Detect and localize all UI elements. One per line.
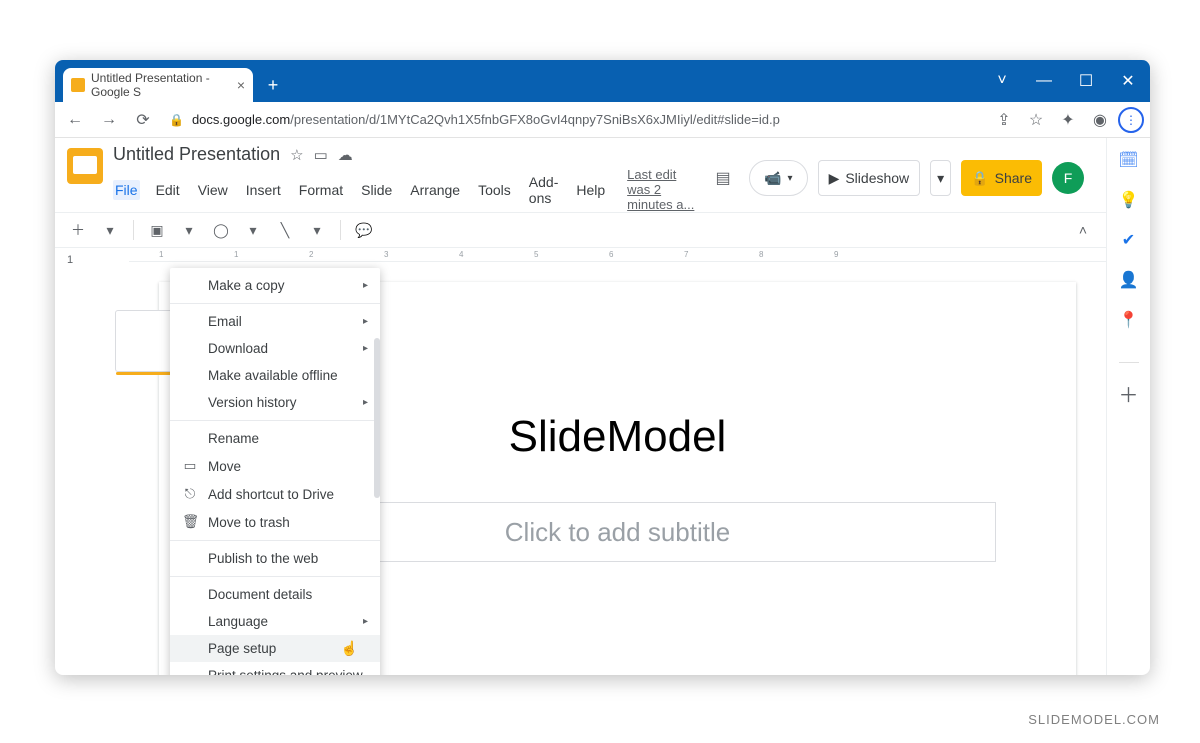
lock-icon: 🔒: [169, 113, 184, 127]
nav-forward-button[interactable]: →: [95, 106, 123, 134]
window-close-button[interactable]: ✕: [1110, 66, 1146, 96]
cursor-pointer-icon: ☝: [341, 640, 358, 657]
star-icon[interactable]: ☆: [290, 146, 303, 164]
file-menu-publish-to-web[interactable]: Publish to the web: [170, 545, 380, 572]
add-addon-button[interactable]: ＋: [1119, 383, 1139, 403]
profile-icon[interactable]: ◉: [1086, 106, 1114, 134]
file-menu-version-history[interactable]: Version history▸: [170, 389, 380, 416]
tasks-icon[interactable]: ✔: [1119, 230, 1139, 250]
browser-menu-button[interactable]: ⋮: [1118, 107, 1144, 133]
file-menu-make-a-copy[interactable]: Make a copy▸: [170, 272, 380, 299]
menu-tools[interactable]: Tools: [476, 180, 513, 200]
slides-logo[interactable]: [67, 148, 103, 184]
window-minimize-button[interactable]: —: [1026, 66, 1062, 96]
menu-addons[interactable]: Add-ons: [527, 172, 561, 208]
dropdown-scrollbar[interactable]: [374, 338, 380, 498]
comments-button[interactable]: ▤: [707, 162, 739, 194]
bookmark-star-icon[interactable]: ☆: [1022, 106, 1050, 134]
slideshow-label: Slideshow: [845, 170, 909, 186]
trash-icon: 🗑: [182, 514, 198, 530]
browser-tabstrip: Untitled Presentation - Google S × + ˅ —…: [55, 60, 1150, 102]
menu-view[interactable]: View: [196, 180, 230, 200]
file-menu-language[interactable]: Language▸: [170, 608, 380, 635]
shape-button[interactable]: ◯: [208, 217, 234, 243]
slideshow-button[interactable]: ▶ Slideshow: [818, 160, 921, 196]
file-menu-dropdown: Make a copy▸ Email▸ Download▸ Make avail…: [170, 268, 380, 675]
browser-address-row: ← → ⟳ 🔒 docs.google.com/presentation/d/1…: [55, 102, 1150, 138]
menu-slide[interactable]: Slide: [359, 180, 394, 200]
meet-icon: 📹: [764, 170, 781, 187]
file-menu-document-details[interactable]: Document details: [170, 581, 380, 608]
file-menu-print-settings[interactable]: Print settings and preview: [170, 662, 380, 675]
url-host: docs.google.com: [192, 112, 290, 127]
url-path: /presentation/d/1MYtCa2Qvh1X5fnbGFX8oGvI…: [290, 112, 780, 127]
image-dropdown[interactable]: ▾: [176, 217, 202, 243]
new-tab-button[interactable]: +: [259, 71, 287, 99]
line-button[interactable]: ╲: [272, 217, 298, 243]
window-maximize-button[interactable]: ☐: [1068, 66, 1104, 96]
side-panel: 🗓 💡 ✔ 👤 📍 ＋: [1106, 138, 1150, 675]
menu-edit[interactable]: Edit: [154, 180, 182, 200]
thumbnail-panel: 1: [55, 248, 109, 675]
chevron-down-icon[interactable]: ˅: [984, 66, 1020, 96]
nav-reload-button[interactable]: ⟳: [129, 106, 157, 134]
meet-button[interactable]: 📹 ▾: [749, 160, 807, 196]
horizontal-ruler: 1 1 2 3 4 5 6 7 8 9: [129, 248, 1106, 262]
menu-help[interactable]: Help: [574, 180, 607, 200]
address-bar[interactable]: 🔒 docs.google.com/presentation/d/1MYtCa2…: [163, 112, 984, 127]
document-title[interactable]: Untitled Presentation: [113, 144, 280, 165]
slideshow-dropdown[interactable]: ▾: [930, 160, 951, 196]
comment-add-button[interactable]: 💬: [351, 217, 377, 243]
extensions-icon[interactable]: ✦: [1054, 106, 1082, 134]
browser-tab[interactable]: Untitled Presentation - Google S ×: [63, 68, 253, 102]
file-menu-move[interactable]: ▭Move: [170, 452, 380, 480]
share-button[interactable]: 🔒 Share: [961, 160, 1042, 196]
tab-close-icon[interactable]: ×: [237, 77, 245, 93]
caret-down-icon: ▾: [788, 173, 793, 184]
new-slide-dropdown[interactable]: ▾: [97, 217, 123, 243]
line-dropdown[interactable]: ▾: [304, 217, 330, 243]
new-slide-button[interactable]: ＋: [65, 217, 91, 243]
file-menu-make-available-offline[interactable]: Make available offline: [170, 362, 380, 389]
thumbnail-number: 1: [67, 254, 109, 266]
toolbar: ＋ ▾ ▣ ▾ ◯ ▾ ╲ ▾ 💬 ˄: [55, 212, 1106, 248]
file-menu-add-shortcut[interactable]: ⎋Add shortcut to Drive: [170, 480, 380, 508]
account-avatar[interactable]: F: [1052, 162, 1084, 194]
share-label: Share: [995, 170, 1032, 186]
shortcut-icon: ⎋: [182, 486, 198, 502]
file-menu-move-to-trash[interactable]: 🗑Move to trash: [170, 508, 380, 536]
share-page-icon[interactable]: ⇪: [990, 106, 1018, 134]
move-folder-icon[interactable]: ▭: [314, 146, 328, 164]
shape-dropdown[interactable]: ▾: [240, 217, 266, 243]
menubar: File Edit View Insert Format Slide Arran…: [113, 167, 697, 212]
file-menu-email[interactable]: Email▸: [170, 308, 380, 335]
menu-insert[interactable]: Insert: [244, 180, 283, 200]
calendar-icon[interactable]: 🗓: [1119, 150, 1139, 170]
keep-icon[interactable]: 💡: [1119, 190, 1139, 210]
contacts-icon[interactable]: 👤: [1119, 270, 1139, 290]
nav-back-button[interactable]: ←: [61, 106, 89, 134]
image-button[interactable]: ▣: [144, 217, 170, 243]
collapse-toolbar-button[interactable]: ˄: [1070, 217, 1096, 243]
last-edit-link[interactable]: Last edit was 2 minutes a...: [627, 167, 697, 212]
slides-favicon: [71, 78, 85, 92]
folder-icon: ▭: [182, 458, 198, 474]
menu-file[interactable]: File: [113, 180, 140, 200]
file-menu-page-setup[interactable]: Page setup☝: [170, 635, 380, 662]
menu-format[interactable]: Format: [297, 180, 345, 200]
watermark: SLIDEMODEL.COM: [1028, 712, 1160, 727]
play-icon: ▶: [829, 170, 840, 187]
menu-arrange[interactable]: Arrange: [408, 180, 462, 200]
maps-icon[interactable]: 📍: [1119, 310, 1139, 330]
file-menu-download[interactable]: Download▸: [170, 335, 380, 362]
file-menu-rename[interactable]: Rename: [170, 425, 380, 452]
cloud-saved-icon: ☁: [338, 146, 353, 164]
tab-title: Untitled Presentation - Google S: [91, 71, 231, 99]
lock-icon: 🔒: [971, 170, 988, 187]
